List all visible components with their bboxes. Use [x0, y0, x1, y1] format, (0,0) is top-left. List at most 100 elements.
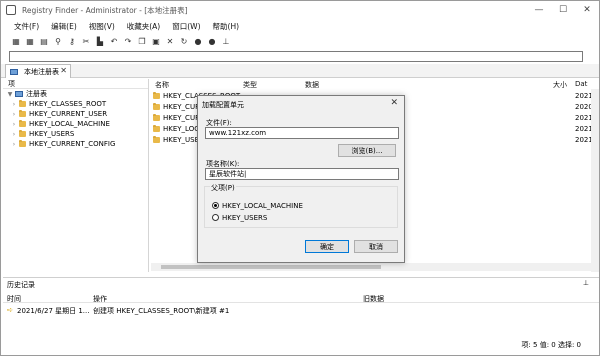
folder-icon [153, 103, 160, 110]
history-time: 2021/6/27 星期日 1... [17, 307, 90, 315]
menu-edit[interactable]: 编辑(E) [51, 21, 77, 32]
radio-local-machine[interactable] [212, 202, 219, 209]
menu-favorites[interactable]: 收藏夹(A) [127, 21, 160, 32]
list-row[interactable]: HKEY_CUR [153, 113, 200, 123]
key-name-input[interactable]: 星辰软件站| [205, 168, 399, 180]
paste-icon[interactable]: ▣ [151, 36, 161, 46]
close-button[interactable]: ✕ [575, 1, 599, 19]
chevron-right-icon[interactable]: › [11, 141, 17, 148]
address-bar[interactable] [9, 51, 583, 62]
refresh-icon[interactable]: ↻ [179, 36, 189, 46]
chevron-right-icon[interactable]: › [11, 131, 17, 138]
minimize-button[interactable]: — [527, 1, 551, 19]
horizontal-scrollbar[interactable] [151, 263, 591, 271]
redo-icon[interactable]: ↷ [123, 36, 133, 46]
scissors-icon[interactable]: ✂ [81, 36, 91, 46]
list-view-icon[interactable]: ▤ [39, 36, 49, 46]
tree-item[interactable]: › HKEY_CLASSES_ROOT [3, 99, 148, 109]
folder-icon [153, 114, 160, 121]
key-icon[interactable]: ⚷ [67, 36, 77, 46]
panel-pin-icon[interactable]: ⊥ [583, 279, 589, 287]
tab-local-registry[interactable]: 本地注册表 ✕ [5, 64, 71, 78]
document-icon[interactable]: ▙ [95, 36, 105, 46]
folder-icon [153, 125, 160, 132]
column-data[interactable]: 数据 [305, 80, 319, 90]
column-operation[interactable]: 操作 [93, 294, 107, 304]
folder-icon [19, 100, 26, 107]
grid-view-icon[interactable]: ▦ [11, 36, 21, 46]
history-row[interactable]: ➪ 2021/6/27 星期日 1... 创建项 HKEY_CLASSES_RO… [3, 305, 599, 315]
folder-icon [19, 120, 26, 127]
list-row[interactable]: HKEY_CUR [153, 102, 200, 112]
list-row[interactable]: HKEY_LOC [153, 124, 199, 134]
tree-item-label: HKEY_USERS [29, 130, 75, 138]
tree-item-label: HKEY_CLASSES_ROOT [29, 100, 107, 108]
browse-button[interactable]: 浏览(B)... [338, 144, 396, 157]
tree-item[interactable]: › HKEY_CURRENT_CONFIG [3, 139, 148, 149]
pin-icon[interactable]: ⊥ [221, 36, 231, 46]
tree-item[interactable]: › HKEY_LOCAL_MACHINE [3, 119, 148, 129]
tree-pane: 项 ▼ 注册表 › HKEY_CLASSES_ROOT › HKEY_CURRE… [3, 79, 149, 272]
menu-file[interactable]: 文件(F) [14, 21, 39, 32]
column-name[interactable]: 名称 [155, 80, 169, 90]
radio-local-machine-label[interactable]: HKEY_LOCAL_MACHINE [222, 202, 303, 210]
column-time[interactable]: 时间 [7, 294, 21, 304]
list-header: 名称 类型 数据 大小 Dat [151, 79, 599, 89]
title-bar: Registry Finder - Administrator - [本地注册表… [1, 1, 599, 19]
radio-users[interactable] [212, 214, 219, 221]
column-old-data[interactable]: 旧数据 [363, 294, 384, 304]
row-name: HKEY_USE [163, 136, 200, 144]
parent-key-label: 父项(P) [210, 183, 236, 193]
scroll-thumb[interactable] [161, 265, 381, 269]
ok-button[interactable]: 确定 [305, 240, 349, 253]
row-name: HKEY_LOC [163, 125, 200, 133]
menu-help[interactable]: 帮助(H) [213, 21, 240, 32]
tree-item-label: HKEY_CURRENT_CONFIG [29, 140, 116, 148]
radio-users-label[interactable]: HKEY_USERS [222, 214, 267, 222]
forward-icon[interactable]: ● [207, 36, 217, 46]
column-type[interactable]: 类型 [243, 80, 257, 90]
tree-column-header[interactable]: 项 [3, 79, 148, 89]
status-bar: 项: 5 值: 0 选择: 0 [1, 339, 599, 351]
search-icon[interactable]: ⚲ [53, 36, 63, 46]
tree-item[interactable]: › HKEY_USERS [3, 129, 148, 139]
chevron-right-icon[interactable]: › [11, 121, 17, 128]
column-date[interactable]: Dat [575, 80, 587, 88]
history-panel: 历史记录 ⊥ 时间 操作 旧数据 ➪ 2021/6/27 星期日 1... 创建… [3, 277, 599, 335]
tree-item-label: HKEY_LOCAL_MACHINE [29, 120, 110, 128]
tree-root[interactable]: ▼ 注册表 [3, 89, 148, 99]
dialog-title: 加载配置单元 [202, 101, 244, 109]
undo-icon[interactable]: ↶ [109, 36, 119, 46]
maximize-button[interactable]: ☐ [551, 1, 575, 19]
row-name: HKEY_CUR [163, 103, 200, 111]
chevron-right-icon[interactable]: › [11, 101, 17, 108]
column-size[interactable]: 大小 [553, 80, 567, 90]
load-hive-dialog: 加载配置单元 ✕ 文件(F): www.121xz.com 浏览(B)... 项… [197, 95, 405, 263]
tab-close-icon[interactable]: ✕ [60, 66, 67, 75]
delete-icon[interactable]: ✕ [165, 36, 175, 46]
vertical-scrollbar[interactable] [591, 89, 599, 272]
dialog-close-icon[interactable]: ✕ [390, 98, 398, 108]
tree-item[interactable]: › HKEY_CURRENT_USER [3, 109, 148, 119]
file-input[interactable]: www.121xz.com [205, 127, 399, 139]
history-header: 时间 操作 旧数据 [3, 293, 599, 303]
expand-icon[interactable]: ▼ [7, 91, 13, 98]
copy-icon[interactable]: ❐ [137, 36, 147, 46]
cancel-button[interactable]: 取消 [354, 240, 398, 253]
row-name: HKEY_CUR [163, 114, 200, 122]
chevron-right-icon[interactable]: › [11, 111, 17, 118]
computer-icon [10, 68, 18, 75]
grid-view-2-icon[interactable]: ▦ [25, 36, 35, 46]
back-icon[interactable]: ● [193, 36, 203, 46]
list-row[interactable]: HKEY_USE [153, 135, 199, 145]
folder-icon [19, 110, 26, 117]
menu-bar: 文件(F) 编辑(E) 视图(V) 收藏夹(A) 窗口(W) 帮助(H) [1, 19, 599, 33]
folder-icon [19, 130, 26, 137]
menu-window[interactable]: 窗口(W) [172, 21, 200, 32]
tree-root-label: 注册表 [26, 90, 47, 98]
folder-icon [153, 92, 160, 99]
menu-view[interactable]: 视图(V) [89, 21, 115, 32]
tab-strip [1, 64, 599, 78]
arrow-right-icon: ➪ [7, 306, 13, 314]
tab-label: 本地注册表 [24, 67, 59, 76]
